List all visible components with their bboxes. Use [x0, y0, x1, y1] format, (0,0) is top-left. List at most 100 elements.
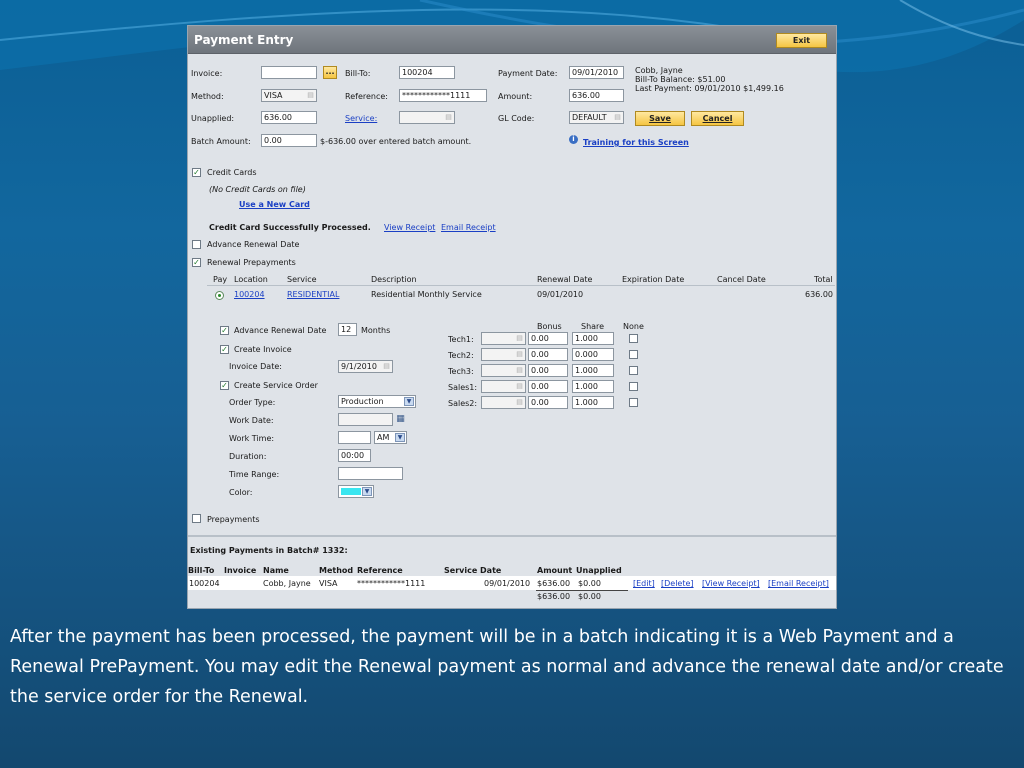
view-receipt-link[interactable]: View Receipt	[384, 223, 435, 232]
time-range-label: Time Range:	[229, 470, 280, 479]
create-invoice-label: Create Invoice	[234, 345, 292, 354]
work-time-input[interactable]	[338, 431, 371, 444]
advance-renewal-option-checkbox[interactable]: ✓	[220, 326, 229, 335]
order-type-select[interactable]: Production ▼	[338, 395, 416, 408]
tech-bonus-input[interactable]: 0.00	[528, 364, 568, 377]
col-description: Description	[371, 275, 417, 284]
create-service-order-label: Create Service Order	[234, 381, 318, 390]
pay-radio[interactable]	[215, 291, 224, 300]
section-divider	[188, 535, 836, 537]
ex-row-unapplied: $0.00	[578, 579, 601, 588]
service-select[interactable]: ▤	[399, 111, 455, 124]
tech-share-input[interactable]: 1.000	[572, 380, 614, 393]
tech-none-checkbox[interactable]	[629, 350, 638, 359]
cc-success-message: Credit Card Successfully Processed.	[209, 223, 371, 232]
tech-row-label: Tech1:	[448, 335, 474, 344]
create-service-order-checkbox[interactable]: ✓	[220, 381, 229, 390]
tech-select[interactable]: ▤	[481, 380, 526, 393]
col-location: Location	[234, 275, 268, 284]
tech-none-checkbox[interactable]	[629, 366, 638, 375]
tech-bonus-input[interactable]: 0.00	[528, 380, 568, 393]
email-receipt-link[interactable]: Email Receipt	[441, 223, 496, 232]
renewal-prepayments-checkbox[interactable]: ✓	[192, 258, 201, 267]
window-title: Payment Entry	[194, 33, 294, 47]
ex-col-amount: Amount	[537, 566, 573, 575]
color-select[interactable]: ▼	[338, 485, 374, 498]
training-link[interactable]: Training for this Screen	[583, 138, 689, 147]
work-time-label: Work Time:	[229, 434, 275, 443]
prepayments-checkbox[interactable]	[192, 514, 201, 523]
gl-code-label: GL Code:	[498, 114, 535, 123]
col-service: Service	[287, 275, 317, 284]
exit-button[interactable]: Exit	[776, 33, 827, 48]
gl-code-select[interactable]: DEFAULT ▤	[569, 111, 624, 124]
tech-share-input[interactable]: 1.000	[572, 396, 614, 409]
ex-row-method: VISA	[319, 579, 338, 588]
tech-select[interactable]: ▤	[481, 364, 526, 377]
tech-select[interactable]: ▤	[481, 348, 526, 361]
tech-none-checkbox[interactable]	[629, 398, 638, 407]
create-invoice-checkbox[interactable]: ✓	[220, 345, 229, 354]
tech-share-input[interactable]: 1.000	[572, 332, 614, 345]
order-type-chevron-icon: ▼	[404, 397, 414, 406]
row-location-link[interactable]: 100204	[234, 290, 265, 299]
invoice-date-input[interactable]: 9/1/2010 ▤	[338, 360, 393, 373]
col-cancel-date: Cancel Date	[717, 275, 766, 284]
advance-renewal-label: Advance Renewal Date	[207, 240, 300, 249]
tech-bonus-input[interactable]: 0.00	[528, 348, 568, 361]
no-cards-note: (No Credit Cards on file)	[209, 185, 306, 194]
batch-amount-input[interactable]: 0.00	[261, 134, 317, 147]
invoice-input[interactable]	[261, 66, 317, 79]
amount-label: Amount:	[498, 92, 533, 101]
tech-dropdown-icon: ▤	[516, 398, 523, 406]
work-date-input[interactable]	[338, 413, 393, 426]
time-range-input[interactable]	[338, 467, 403, 480]
payment-date-input[interactable]: 09/01/2010	[569, 66, 624, 79]
duration-input[interactable]: 00:00	[338, 449, 371, 462]
tech-bonus-input[interactable]: 0.00	[528, 332, 568, 345]
info-icon: i	[569, 135, 578, 144]
tech-select[interactable]: ▤	[481, 332, 526, 345]
work-date-label: Work Date:	[229, 416, 274, 425]
view-receipt-row-link[interactable]: [View Receipt]	[702, 579, 760, 588]
tech-none-checkbox[interactable]	[629, 382, 638, 391]
calendar-icon[interactable]: ▦	[395, 414, 406, 425]
email-receipt-row-link[interactable]: [Email Receipt]	[768, 579, 829, 588]
row-renewal-date: 09/01/2010	[537, 290, 584, 299]
cancel-button[interactable]: Cancel	[691, 111, 744, 126]
advance-months-input[interactable]: 12	[338, 323, 357, 336]
bill-to-label: Bill-To:	[345, 69, 371, 78]
batch-amount-label: Batch Amount:	[191, 137, 251, 146]
tech-row-label: Tech3:	[448, 367, 474, 376]
method-select[interactable]: VISA ▤	[261, 89, 317, 102]
ex-col-unapplied: Unapplied	[576, 566, 622, 575]
tech-bonus-input[interactable]: 0.00	[528, 396, 568, 409]
invoice-lookup-button[interactable]: ...	[323, 66, 337, 79]
row-service-link[interactable]: RESIDENTIAL	[287, 290, 339, 299]
batch-note: $-636.00 over entered batch amount.	[320, 137, 472, 146]
service-link[interactable]: Service:	[345, 114, 377, 123]
invoice-label: Invoice:	[191, 69, 223, 78]
bill-to-input[interactable]: 100204	[399, 66, 455, 79]
save-button[interactable]: Save	[635, 111, 685, 126]
use-new-card-link[interactable]: Use a New Card	[239, 200, 310, 209]
tech-none-checkbox[interactable]	[629, 334, 638, 343]
color-label: Color:	[229, 488, 253, 497]
delete-link[interactable]: [Delete]	[661, 579, 694, 588]
credit-cards-checkbox[interactable]: ✓	[192, 168, 201, 177]
ampm-select[interactable]: AM ▼	[374, 431, 407, 444]
gl-code-value: DEFAULT	[572, 113, 607, 122]
invoice-date-value: 9/1/2010	[341, 362, 377, 371]
col-renewal-date: Renewal Date	[537, 275, 593, 284]
reference-input[interactable]: ************1111	[399, 89, 487, 102]
tech-select[interactable]: ▤	[481, 396, 526, 409]
tech-share-input[interactable]: 1.000	[572, 364, 614, 377]
unapplied-input[interactable]: 636.00	[261, 111, 317, 124]
renewal-table-header: Pay Location Service Description Renewal…	[207, 273, 835, 286]
edit-link[interactable]: [Edit]	[633, 579, 655, 588]
ampm-value: AM	[377, 433, 390, 442]
amount-input[interactable]: 636.00	[569, 89, 624, 102]
ex-col-service-date: Service Date	[444, 566, 502, 575]
advance-renewal-checkbox[interactable]	[192, 240, 201, 249]
tech-share-input[interactable]: 0.000	[572, 348, 614, 361]
